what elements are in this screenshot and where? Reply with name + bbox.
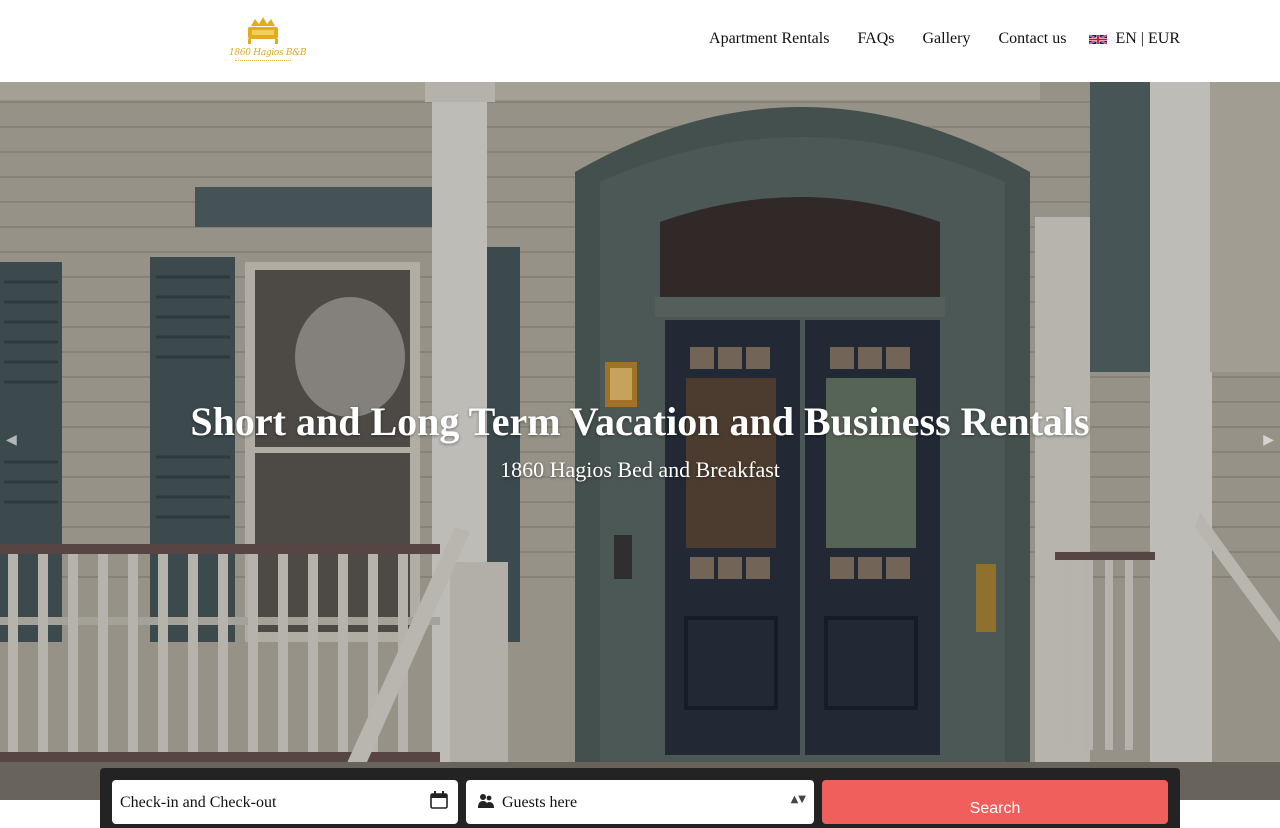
nav-faqs[interactable]: FAQs xyxy=(857,30,894,48)
nav-apartment-rentals[interactable]: Apartment Rentals xyxy=(709,30,829,48)
logo-text: 1860 Hagios B&B xyxy=(229,48,307,58)
search-button[interactable]: Search xyxy=(822,780,1168,824)
dates-field[interactable]: Check-in and Check-out xyxy=(112,780,458,824)
site-header: 1860 Hagios B&B Apartment Rentals FAQs G… xyxy=(0,0,1280,82)
locale-switcher[interactable]: EN | EUR xyxy=(1089,30,1180,48)
user-group-icon xyxy=(478,794,494,808)
crown-bed-icon xyxy=(248,17,278,44)
booking-search-bar: Check-in and Check-out Guests here ▲▼ Se… xyxy=(100,768,1180,828)
main-nav: Apartment Rentals FAQs Gallery Contact u… xyxy=(709,30,1180,48)
nav-contact-us[interactable]: Contact us xyxy=(998,30,1066,48)
calendar-icon xyxy=(430,791,448,809)
hero-subtitle: 1860 Hagios Bed and Breakfast xyxy=(500,457,780,482)
site-logo[interactable]: 1860 Hagios B&B xyxy=(229,14,307,68)
guests-field[interactable]: Guests here ▲▼ xyxy=(466,780,814,824)
locale-label: EN | EUR xyxy=(1115,30,1180,47)
dates-placeholder: Check-in and Check-out xyxy=(120,794,277,811)
guests-placeholder: Guests here xyxy=(502,794,578,811)
logo-divider xyxy=(235,60,291,63)
hero-title: Short and Long Term Vacation and Busines… xyxy=(190,399,1090,444)
uk-flag-icon xyxy=(1089,33,1108,45)
nav-gallery[interactable]: Gallery xyxy=(922,30,970,48)
hero-slider: ◀ ▶ Short and Long Term Vacation and Bus… xyxy=(0,82,1280,800)
